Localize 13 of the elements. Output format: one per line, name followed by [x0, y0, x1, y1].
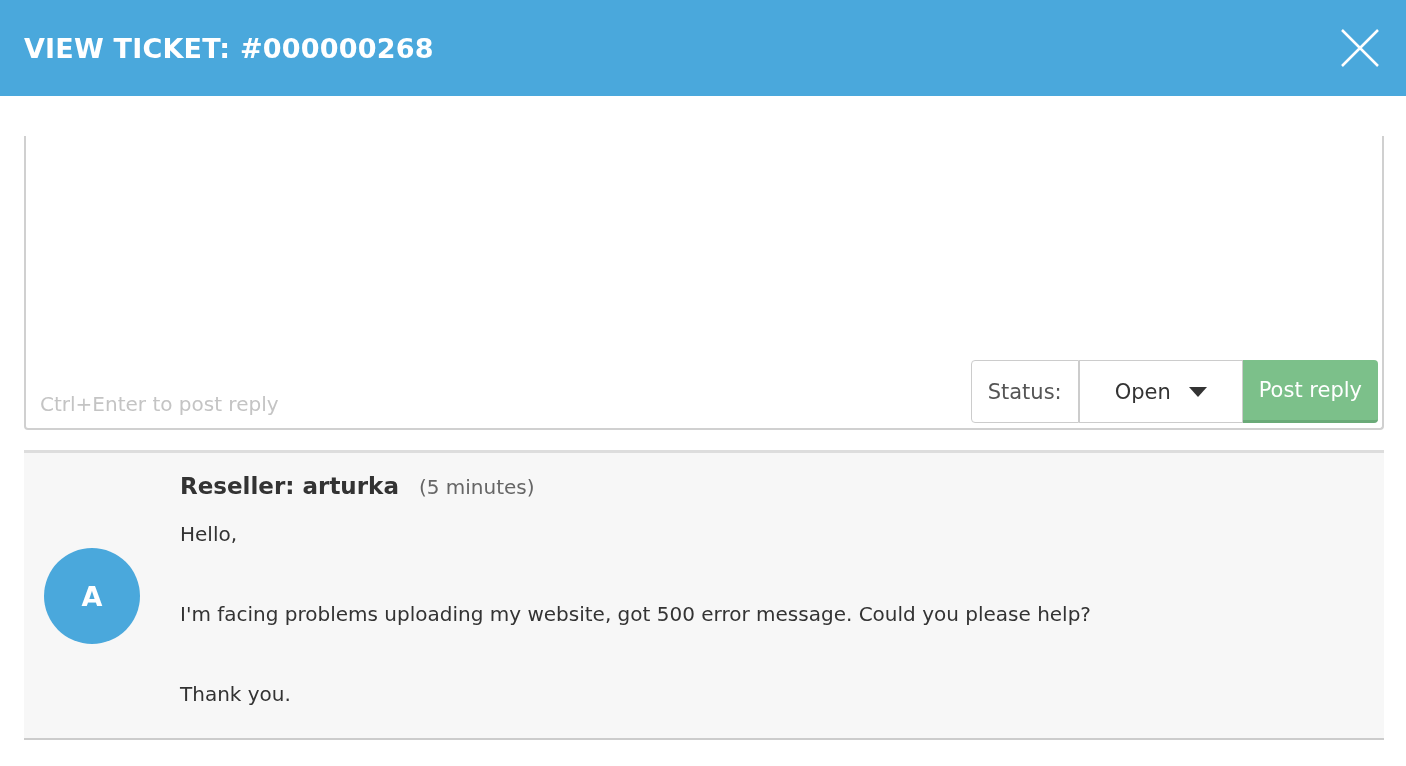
reply-placeholder: Ctrl+Enter to post reply [40, 392, 279, 416]
reply-field[interactable]: Ctrl+Enter to post reply Status: Open Post reply [24, 136, 1384, 430]
status-label: Status: [970, 360, 1079, 423]
message-text: Hello, [180, 521, 239, 548]
message-time: (5 minutes) [418, 475, 535, 499]
author-name: Reseller: arturka [180, 473, 399, 499]
caret-icon [1188, 386, 1207, 397]
message-text: Thank you. [180, 681, 292, 708]
close-icon[interactable] [1340, 28, 1380, 68]
avatar: A [44, 548, 140, 644]
window-title: VIEW TICKET: #000000268 [24, 32, 434, 64]
status-dropdown[interactable]: Open [1078, 360, 1243, 423]
message-text: I'm facing problems uploading my website, got 500 error message. Could you please help? [180, 601, 1091, 628]
